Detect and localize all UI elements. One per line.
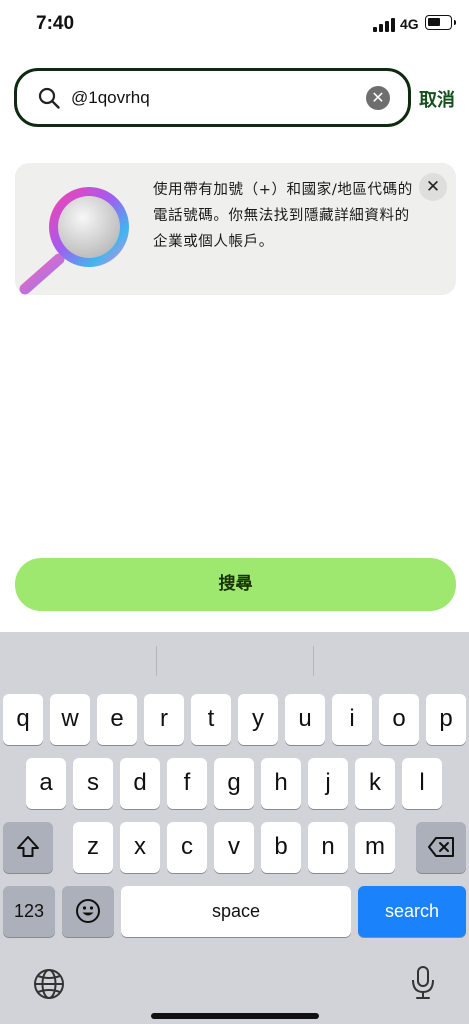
microphone-icon[interactable] xyxy=(410,965,436,1001)
search-input[interactable]: @1qovrhq xyxy=(71,86,150,110)
info-card: 使用帶有加號（+）和國家/地區代碼的電話號碼。你無法找到隱藏詳細資料的企業或個人… xyxy=(15,163,456,295)
status-bar: 7:40 4G xyxy=(0,0,469,48)
delete-key[interactable] xyxy=(416,822,466,873)
key-m[interactable]: m xyxy=(355,822,395,873)
home-indicator xyxy=(151,1013,319,1019)
globe-icon[interactable] xyxy=(32,967,66,1001)
key-h[interactable]: h xyxy=(261,758,301,809)
key-i[interactable]: i xyxy=(332,694,372,745)
key-u[interactable]: u xyxy=(285,694,325,745)
key-d[interactable]: d xyxy=(120,758,160,809)
battery-icon xyxy=(425,15,456,30)
key-p[interactable]: p xyxy=(426,694,466,745)
search-bar[interactable]: @1qovrhq ✕ xyxy=(14,68,411,127)
suggestion-divider xyxy=(313,646,314,676)
key-n[interactable]: n xyxy=(308,822,348,873)
cancel-button[interactable]: 取消 xyxy=(419,86,455,112)
key-z[interactable]: z xyxy=(73,822,113,873)
key-a[interactable]: a xyxy=(26,758,66,809)
emoji-key[interactable] xyxy=(62,886,114,937)
key-e[interactable]: e xyxy=(97,694,137,745)
signal-icon xyxy=(373,18,395,32)
magnifier-illustration xyxy=(19,187,129,295)
network-type: 4G xyxy=(400,16,419,32)
numbers-key[interactable]: 123 xyxy=(3,886,55,937)
emoji-icon xyxy=(76,899,100,923)
info-text: 使用帶有加號（+）和國家/地區代碼的電話號碼。你無法找到隱藏詳細資料的企業或個人… xyxy=(153,182,413,250)
search-button[interactable]: 搜尋 xyxy=(15,558,456,611)
close-icon[interactable]: ✕ xyxy=(419,173,447,201)
key-k[interactable]: k xyxy=(355,758,395,809)
key-y[interactable]: y xyxy=(238,694,278,745)
search-key[interactable]: search xyxy=(358,886,466,937)
key-j[interactable]: j xyxy=(308,758,348,809)
shift-key[interactable] xyxy=(3,822,53,873)
key-s[interactable]: s xyxy=(73,758,113,809)
shift-icon xyxy=(17,836,39,857)
key-l[interactable]: l xyxy=(402,758,442,809)
status-time: 7:40 xyxy=(36,13,75,34)
space-key[interactable]: space xyxy=(121,886,351,937)
key-t[interactable]: t xyxy=(191,694,231,745)
key-v[interactable]: v xyxy=(214,822,254,873)
key-q[interactable]: q xyxy=(3,694,43,745)
key-o[interactable]: o xyxy=(379,694,419,745)
key-w[interactable]: w xyxy=(50,694,90,745)
key-g[interactable]: g xyxy=(214,758,254,809)
key-c[interactable]: c xyxy=(167,822,207,873)
clear-search-icon[interactable]: ✕ xyxy=(366,86,390,110)
key-b[interactable]: b xyxy=(261,822,301,873)
key-f[interactable]: f xyxy=(167,758,207,809)
delete-icon xyxy=(428,837,454,857)
suggestion-divider xyxy=(156,646,157,676)
keyboard: q w e r t y u i o p a s d f g h j k l z … xyxy=(0,632,469,1024)
search-icon xyxy=(38,87,60,109)
key-r[interactable]: r xyxy=(144,694,184,745)
key-x[interactable]: x xyxy=(120,822,160,873)
